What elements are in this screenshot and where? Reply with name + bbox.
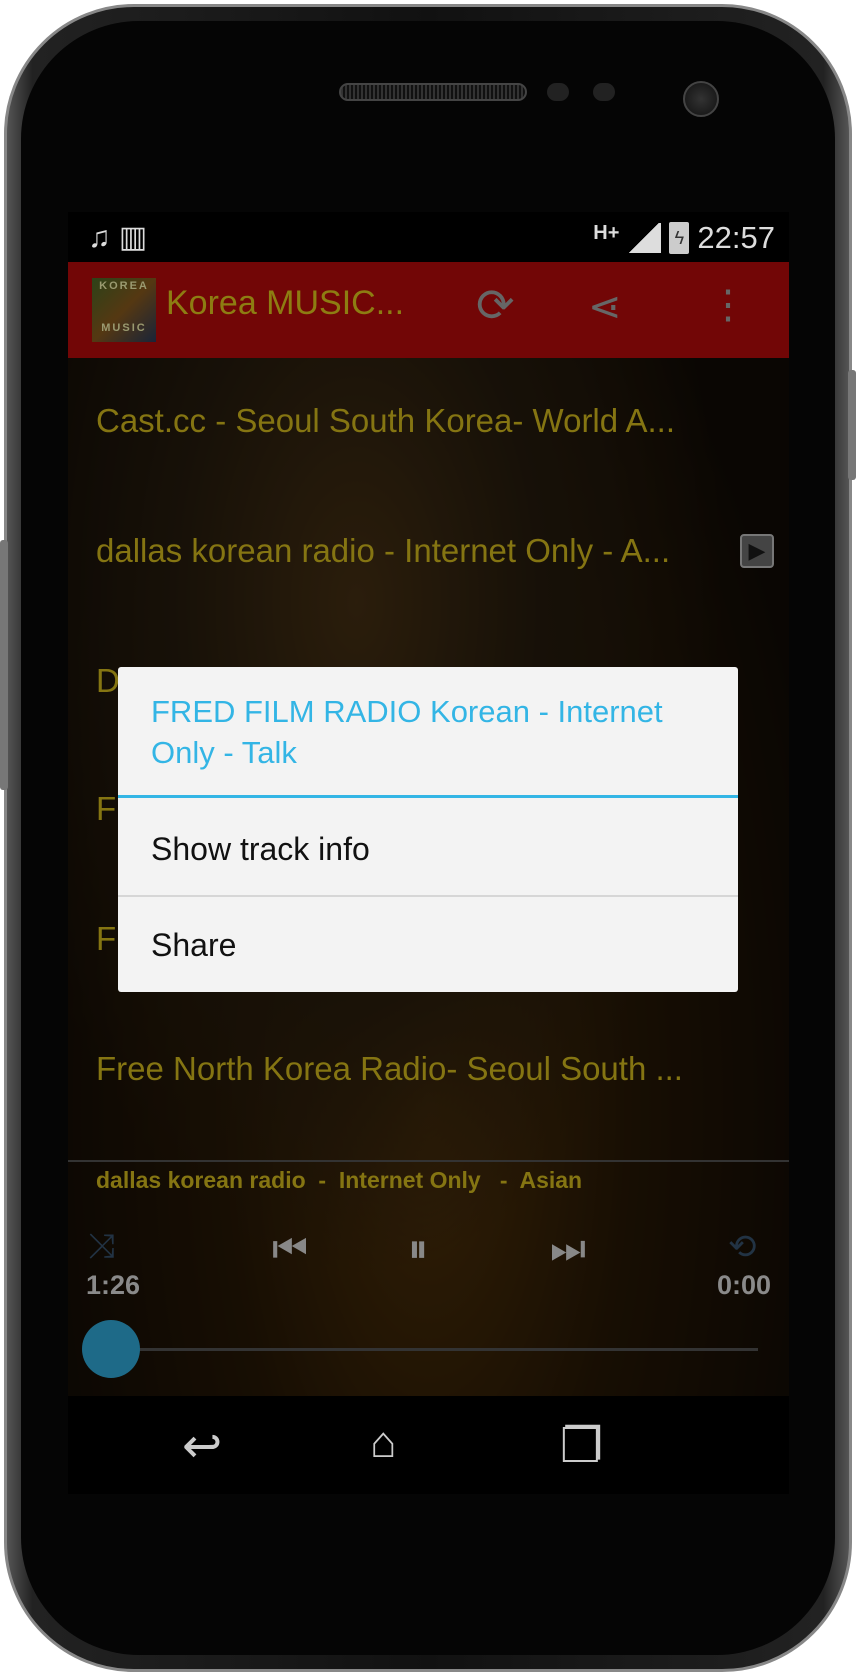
proximity-sensor [547,83,569,101]
player-divider [68,1160,789,1162]
previous-icon[interactable]: ⏮ [272,1227,308,1272]
navigation-bar: ↩ ⌂ ❐ [68,1396,789,1494]
notification-icons: ♫ ▥ [88,220,147,255]
light-sensor [593,83,615,101]
home-icon[interactable]: ⌂ [370,1418,397,1468]
station-item[interactable]: F [96,920,116,958]
action-bar: KOREA MUSIC Korea MUSIC... ⟳ ⋖ ⋮ [68,262,789,358]
status-bar: ♫ ▥ H+ ϟ 22:57 [68,212,789,262]
power-button[interactable] [848,370,856,480]
logo-text-top: KOREA [99,280,149,292]
music-note-icon: ♫ [88,221,111,254]
recent-apps-icon[interactable]: ❐ [560,1418,603,1474]
next-icon[interactable]: ⏭ [550,1227,586,1272]
menu-item-show-track-info[interactable]: Show track info [118,801,738,897]
now-playing-text: dallas korean radio - Internet Only - As… [96,1167,583,1193]
earpiece-speaker [339,83,527,101]
pause-icon[interactable]: ⏸ [408,1227,428,1272]
dialog-title: FRED FILM RADIO Korean - Internet Only -… [151,694,663,770]
signal-icon [627,223,662,253]
overflow-menu-icon[interactable]: ⋮ [708,282,748,328]
station-item[interactable]: Free North Korea Radio- Seoul South ... [96,1050,683,1088]
app-logo[interactable]: KOREA MUSIC [92,278,156,342]
menu-item-share[interactable]: Share [118,897,738,993]
screen: ♫ ▥ H+ ϟ 22:57 KOREA MUSIC Korea MUSIC...… [68,212,789,1494]
refresh-icon[interactable]: ⟳ [476,278,515,332]
back-icon[interactable]: ↩ [182,1418,222,1474]
share-icon[interactable]: ⋖ [588,284,622,330]
barcode-icon: ▥ [118,221,148,254]
battery-charging-icon: ϟ [669,222,690,254]
seek-bar[interactable] [118,1348,758,1351]
app-title: Korea MUSIC... [166,284,405,322]
volume-button[interactable] [0,540,8,790]
play-indicator-icon[interactable]: ▶ [740,534,774,568]
seek-thumb[interactable] [82,1320,140,1378]
context-menu-dialog: FRED FILM RADIO Korean - Internet Only -… [118,667,738,992]
station-item[interactable]: Cast.cc - Seoul South Korea- World A... [96,402,675,440]
repeat-icon[interactable]: ⟲ [728,1227,757,1267]
shuffle-icon[interactable]: ⤨ [88,1227,115,1266]
clock: 22:57 [697,220,775,255]
station-item[interactable]: D [96,662,120,700]
elapsed-time: 1:26 [86,1270,141,1300]
front-camera [683,81,719,117]
station-item[interactable]: dallas korean radio - Internet Only - A.… [96,532,670,570]
network-type: H+ [593,221,620,244]
duration-time: 0:00 [716,1270,771,1300]
station-item[interactable]: F [96,790,116,828]
title-divider [118,795,738,798]
logo-text-bottom: MUSIC [101,322,147,334]
